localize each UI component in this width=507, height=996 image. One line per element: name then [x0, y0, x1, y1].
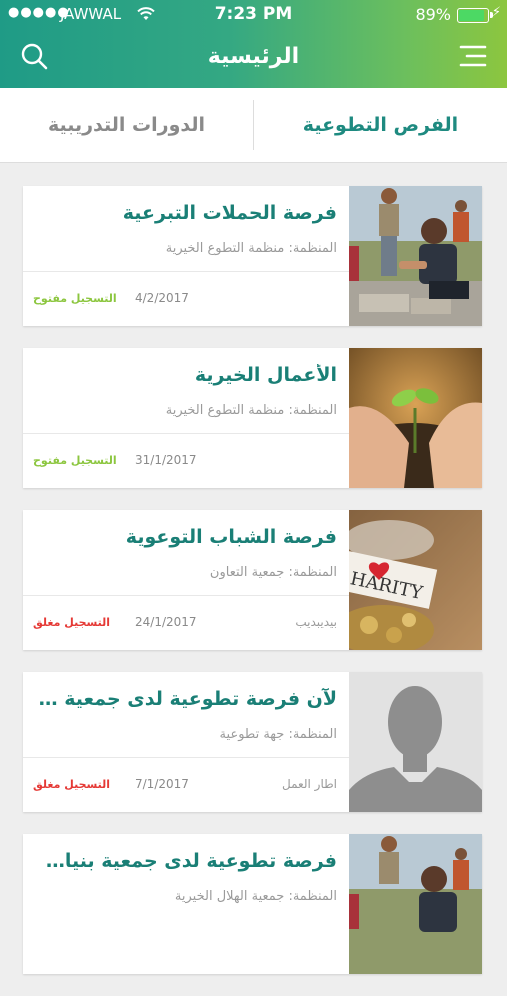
tab-volunteer-opportunities[interactable]: الفرص التطوعية [254, 88, 507, 162]
registration-status: التسجيل مفتوح [33, 454, 117, 467]
card-organization: المنظمة: جمعية الهلال الخيرية [174, 889, 337, 904]
opportunity-card[interactable]: HARITY فرصة الشباب التوعوية المنظمة: جمع… [23, 510, 482, 650]
card-title: الأعمال الخيرية [194, 364, 337, 386]
card-title: فرصة الشباب التوعوية [125, 526, 337, 548]
registration-status: التسجيل مغلق [33, 778, 111, 791]
volunteers-photo [349, 186, 482, 326]
volunteers-photo [349, 834, 482, 974]
charging-icon: ⚡ [491, 5, 501, 20]
card-date: 7/1/2017 [135, 777, 189, 791]
card-date: 31/1/2017 [135, 453, 197, 467]
card-date: 24/1/2017 [135, 615, 197, 629]
card-footer: التسجيل مفتوح 4/2/2017 [23, 272, 349, 326]
card-body: الأعمال الخيرية المنظمة: منظمة التطوع ال… [23, 348, 349, 488]
opportunity-card[interactable]: لآن فرصة تطوعية لدى جمعية زهرة (... المن… [23, 672, 482, 812]
tab-training-courses[interactable]: الدورات التدريبية [0, 88, 253, 162]
page-title: الرئيسية [207, 44, 300, 69]
card-organization: المنظمة: منظمة التطوع الخيرية [165, 403, 337, 418]
card-title: لآن فرصة تطوعية لدى جمعية زهرة (... [35, 688, 337, 710]
seedling-hands-photo [349, 348, 482, 488]
battery-icon [457, 8, 493, 23]
opportunities-list: فرصة الحملات التبرعية المنظمة: منظمة الت… [23, 186, 482, 996]
card-footer: التسجيل مغلق 7/1/2017 اطار العمل [23, 758, 349, 812]
opportunity-card[interactable]: الأعمال الخيرية المنظمة: منظمة التطوع ال… [23, 348, 482, 488]
card-extra: اطار العمل [282, 777, 337, 791]
app-header: ●●●●● JAWWAL 7:23 PM 89% ⚡ الرئيسية [0, 0, 507, 88]
card-organization: المنظمة: جمعية التعاون [209, 565, 337, 580]
card-body: فرصة تطوعية لدى جمعية بنيان (من... المنظ… [23, 834, 349, 974]
opportunity-card[interactable]: فرصة تطوعية لدى جمعية بنيان (من... المنظ… [23, 834, 482, 974]
card-footer: التسجيل مغلق 24/1/2017 بيديبديب [23, 596, 349, 650]
avatar-placeholder [349, 672, 482, 812]
card-body: فرصة الحملات التبرعية المنظمة: منظمة الت… [23, 186, 349, 326]
opportunity-card[interactable]: فرصة الحملات التبرعية المنظمة: منظمة الت… [23, 186, 482, 326]
card-footer: التسجيل مفتوح 31/1/2017 [23, 434, 349, 488]
card-body: لآن فرصة تطوعية لدى جمعية زهرة (... المن… [23, 672, 349, 812]
card-extra: بيديبديب [295, 615, 337, 629]
status-bar: ●●●●● JAWWAL 7:23 PM 89% ⚡ [0, 0, 507, 30]
card-body: فرصة الشباب التوعوية المنظمة: جمعية التع… [23, 510, 349, 650]
card-organization: المنظمة: جهة تطوعية [219, 727, 337, 742]
registration-status: التسجيل مفتوح [33, 292, 117, 305]
menu-icon[interactable] [459, 44, 487, 68]
card-organization: المنظمة: منظمة التطوع الخيرية [165, 241, 337, 256]
battery-percent: 89% [415, 5, 451, 24]
charity-jar-photo: HARITY [349, 510, 482, 650]
card-title: فرصة الحملات التبرعية [122, 202, 337, 224]
tab-bar: الدورات التدريبية الفرص التطوعية [0, 88, 507, 163]
card-date: 4/2/2017 [135, 291, 189, 305]
card-title: فرصة تطوعية لدى جمعية بنيان (من... [35, 850, 337, 872]
registration-status: التسجيل مغلق [33, 616, 111, 629]
